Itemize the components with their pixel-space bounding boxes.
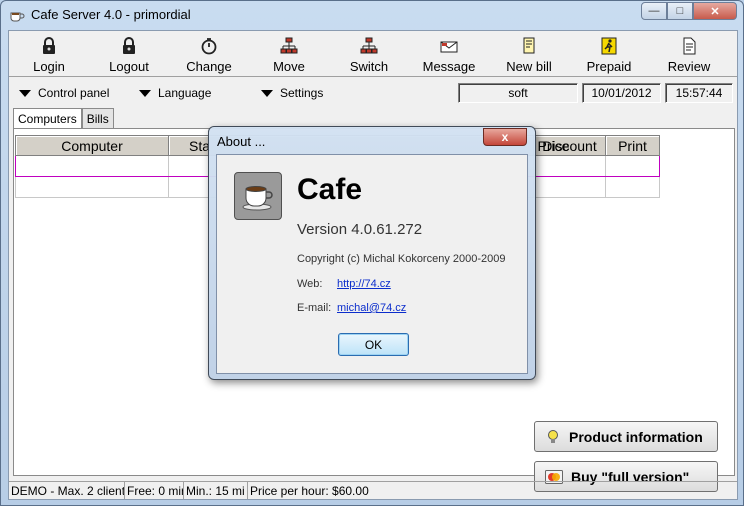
column-header-price-label: Price <box>537 137 570 154</box>
runner-icon <box>601 37 617 55</box>
email-label: E-mail: <box>297 302 332 314</box>
column-header-status-label: Sta <box>189 137 211 154</box>
menu-control-panel-label: Control panel <box>38 86 110 100</box>
status-demo: DEMO - Max. 2 client <box>11 482 125 499</box>
app-name: Cafe <box>297 173 363 206</box>
column-header-print[interactable]: Print <box>605 135 660 156</box>
web-label: Web: <box>297 278 323 290</box>
note-icon <box>523 37 535 54</box>
status-time: 15:57:44 <box>665 83 733 103</box>
envelope-icon <box>440 41 458 53</box>
minimize-button[interactable]: — <box>641 2 667 20</box>
stopwatch-icon <box>201 38 217 55</box>
close-button[interactable]: ✕ <box>693 2 737 20</box>
change-label: Change <box>186 59 232 74</box>
lock-icon <box>123 37 135 54</box>
email-link[interactable]: michal@74.cz <box>337 302 406 314</box>
maximize-button[interactable]: □ <box>667 2 693 20</box>
switch-label: Switch <box>349 59 389 74</box>
status-user: soft <box>458 83 578 103</box>
coffee-cup-icon <box>242 186 273 211</box>
ok-button[interactable]: OK <box>338 333 409 356</box>
status-bar: DEMO - Max. 2 client Free: 0 mir Min.: 1… <box>9 481 737 499</box>
logout-button[interactable]: Logout <box>89 31 169 77</box>
product-information-label: Product information <box>569 428 703 445</box>
prepaid-label: Prepaid <box>586 59 632 74</box>
coffee-cup-icon <box>10 12 25 22</box>
about-close-button[interactable]: x <box>483 128 527 146</box>
status-min: Min.: 15 mi <box>184 482 248 499</box>
lightbulb-icon <box>548 429 558 443</box>
tab-bills[interactable]: Bills <box>81 108 114 128</box>
product-information-button[interactable]: Product information <box>534 421 718 452</box>
new-bill-button[interactable]: New bill <box>489 31 569 77</box>
status-free: Free: 0 mir <box>127 482 184 499</box>
copyright-text: Copyright (c) Michal Kokorceny 2000-2009 <box>297 253 506 265</box>
network-icon <box>360 37 378 54</box>
status-price: Price per hour: $60.00 <box>250 484 369 498</box>
review-button[interactable]: Review <box>649 31 729 77</box>
dropdown-arrow-icon <box>139 89 151 97</box>
move-button[interactable]: Move <box>249 31 329 77</box>
menu-bar: Control panel Language Settings soft 10/… <box>9 81 737 105</box>
login-label: Login <box>33 59 65 74</box>
menu-control-panel[interactable]: Control panel <box>19 86 109 100</box>
web-link[interactable]: http://74.cz <box>337 278 391 290</box>
app-logo <box>234 172 282 220</box>
prepaid-button[interactable]: Prepaid <box>569 31 649 77</box>
review-label: Review <box>667 59 711 74</box>
login-button[interactable]: Login <box>9 31 89 77</box>
column-header-computer[interactable]: Computer <box>15 135 169 156</box>
about-dialog-title: About ... <box>217 134 266 149</box>
menu-settings[interactable]: Settings <box>261 86 323 100</box>
dropdown-arrow-icon <box>261 89 273 97</box>
dropdown-arrow-icon <box>19 89 31 97</box>
new-bill-label: New bill <box>506 59 552 74</box>
network-icon <box>280 37 298 54</box>
lock-icon <box>43 37 55 54</box>
tab-strip: Computers Bills <box>13 108 114 129</box>
status-date: 10/01/2012 <box>582 83 661 103</box>
toolbar: Login Logout Change Move Switch Message <box>9 31 737 77</box>
about-dialog-body: Cafe Version 4.0.61.272 Copyright (c) Mi… <box>216 154 528 374</box>
message-button[interactable]: Message <box>409 31 489 77</box>
move-label: Move <box>273 59 305 74</box>
window-title: Cafe Server 4.0 - primordial <box>31 7 191 22</box>
switch-button[interactable]: Switch <box>329 31 409 77</box>
about-dialog: About ... x Cafe Version 4.0.61.272 Copy… <box>208 126 536 380</box>
message-label: Message <box>422 59 476 74</box>
title-bar[interactable]: Cafe Server 4.0 - primordial — □ ✕ <box>1 1 743 29</box>
menu-settings-label: Settings <box>280 86 324 100</box>
change-button[interactable]: Change <box>169 31 249 77</box>
menu-language[interactable]: Language <box>139 86 211 100</box>
document-icon <box>683 37 696 55</box>
app-version: Version 4.0.61.272 <box>297 221 423 238</box>
menu-language-label: Language <box>158 86 212 100</box>
logout-label: Logout <box>109 59 149 74</box>
tab-computers[interactable]: Computers <box>13 108 82 129</box>
